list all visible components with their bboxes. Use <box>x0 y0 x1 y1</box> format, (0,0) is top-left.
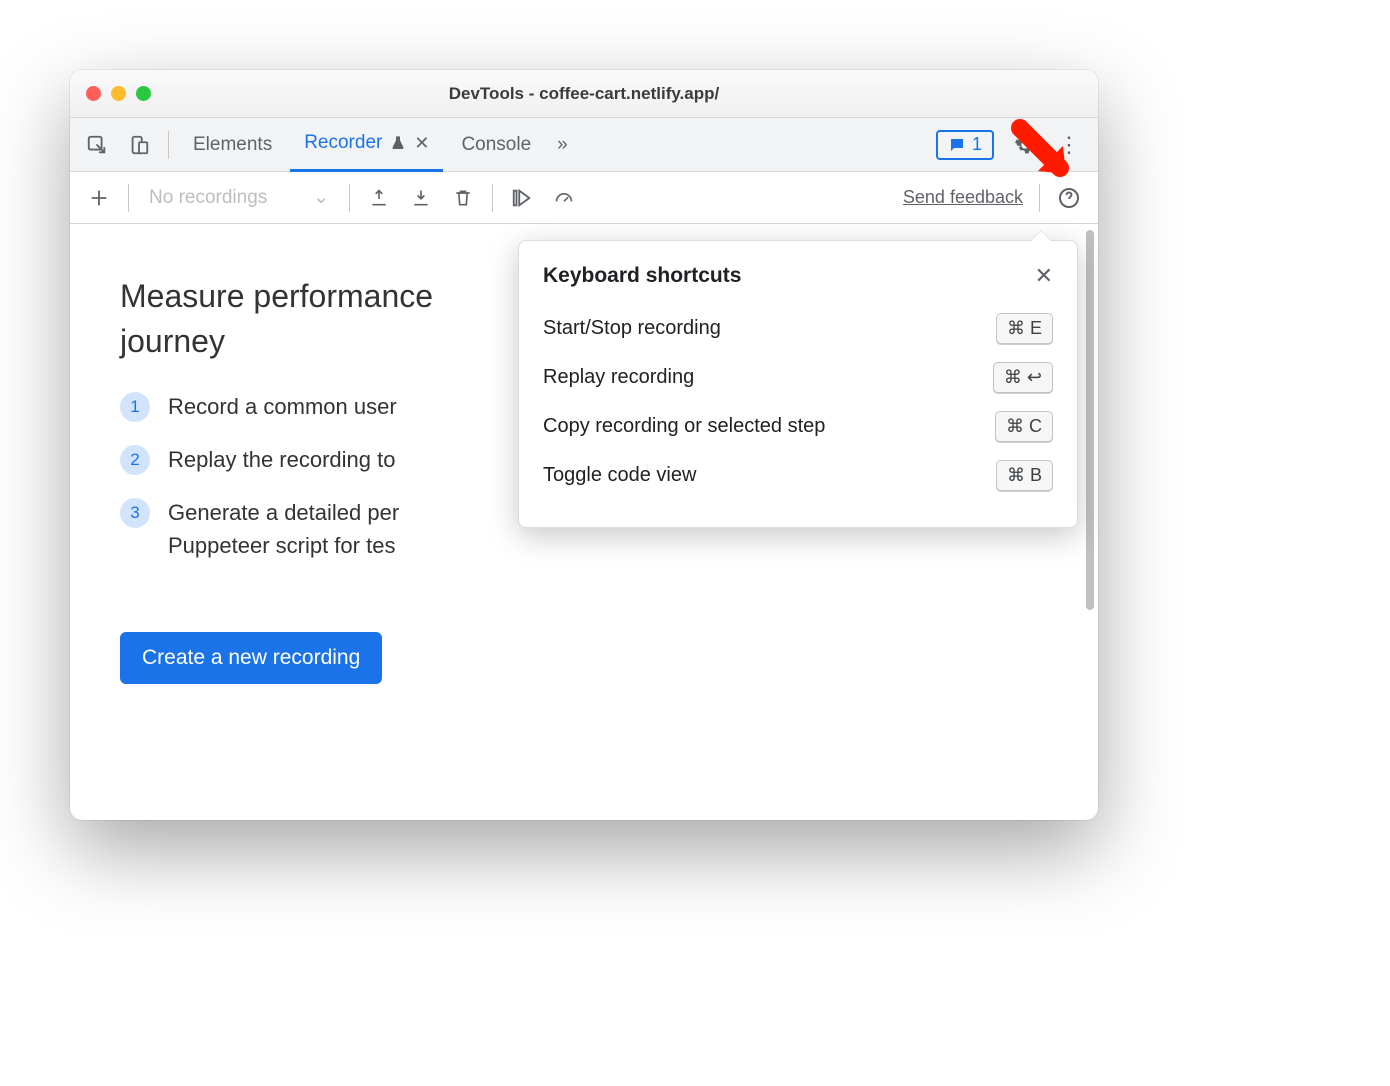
tab-elements[interactable]: Elements <box>179 118 286 172</box>
import-icon[interactable] <box>402 179 440 217</box>
separator <box>349 184 350 212</box>
shortcut-keys: ⌘ C <box>995 411 1053 442</box>
shortcut-keys: ⌘ B <box>996 460 1053 491</box>
shortcut-keys: ⌘ E <box>996 313 1053 344</box>
devtools-window: DevTools - coffee-cart.netlify.app/ Elem… <box>70 70 1098 820</box>
step-text: Record a common user <box>168 390 397 423</box>
more-tabs-icon: » <box>557 134 568 156</box>
chevron-down-icon: ⌄ <box>313 186 329 209</box>
create-recording-button[interactable]: Create a new recording <box>120 632 382 684</box>
export-icon[interactable] <box>360 179 398 217</box>
dropdown-placeholder: No recordings <box>149 187 267 209</box>
shortcut-label: Replay recording <box>543 366 694 389</box>
tabs-more[interactable]: » <box>549 118 576 172</box>
close-icon[interactable]: ✕ <box>1035 263 1053 289</box>
separator <box>128 184 129 212</box>
step-text: Generate a detailed per Puppeteer script… <box>168 496 399 562</box>
issues-icon <box>948 136 966 154</box>
tab-console[interactable]: Console <box>447 118 545 172</box>
performance-icon[interactable] <box>545 179 583 217</box>
shortcut-label: Toggle code view <box>543 464 696 487</box>
step-number-badge: 2 <box>120 445 150 475</box>
add-recording-icon[interactable] <box>80 179 118 217</box>
tab-recorder[interactable]: Recorder ✕ <box>290 118 443 172</box>
titlebar: DevTools - coffee-cart.netlify.app/ <box>70 70 1098 118</box>
popover-title: Keyboard shortcuts <box>543 264 741 288</box>
separator <box>168 131 169 159</box>
shortcut-label: Copy recording or selected step <box>543 415 825 438</box>
close-tab-icon[interactable]: ✕ <box>414 133 429 154</box>
issues-count: 1 <box>972 134 982 155</box>
shortcut-row: Start/Stop recording ⌘ E <box>543 313 1053 344</box>
device-toggle-icon[interactable] <box>120 126 158 164</box>
recordings-dropdown[interactable]: No recordings ⌄ <box>139 180 339 216</box>
replay-icon[interactable] <box>503 179 541 217</box>
scrollbar[interactable] <box>1086 230 1094 610</box>
devtools-tabbar: Elements Recorder ✕ Console » 1 ⋮ <box>70 118 1098 172</box>
step-number-badge: 1 <box>120 392 150 422</box>
separator <box>492 184 493 212</box>
shortcut-row: Copy recording or selected step ⌘ C <box>543 411 1053 442</box>
delete-icon[interactable] <box>444 179 482 217</box>
tab-label: Recorder <box>304 132 382 154</box>
heading-line1: Measure performance <box>120 278 433 314</box>
issues-badge[interactable]: 1 <box>936 130 994 160</box>
annotation-arrow-icon <box>1008 116 1080 188</box>
shortcut-label: Start/Stop recording <box>543 317 721 340</box>
heading-line2: journey <box>120 323 225 359</box>
flask-icon <box>390 134 406 152</box>
window-title: DevTools - coffee-cart.netlify.app/ <box>70 84 1098 104</box>
tab-label: Console <box>461 134 531 156</box>
step-text: Replay the recording to <box>168 443 395 476</box>
shortcut-row: Toggle code view ⌘ B <box>543 460 1053 491</box>
step-number-badge: 3 <box>120 498 150 528</box>
inspect-icon[interactable] <box>78 126 116 164</box>
recorder-toolbar: No recordings ⌄ Send feedback <box>70 172 1098 224</box>
shortcut-keys: ⌘ ↩ <box>993 362 1053 393</box>
shortcuts-popover: Keyboard shortcuts ✕ Start/Stop recordin… <box>518 240 1078 528</box>
send-feedback-link[interactable]: Send feedback <box>903 187 1023 208</box>
shortcut-row: Replay recording ⌘ ↩ <box>543 362 1053 393</box>
tab-label: Elements <box>193 134 272 156</box>
